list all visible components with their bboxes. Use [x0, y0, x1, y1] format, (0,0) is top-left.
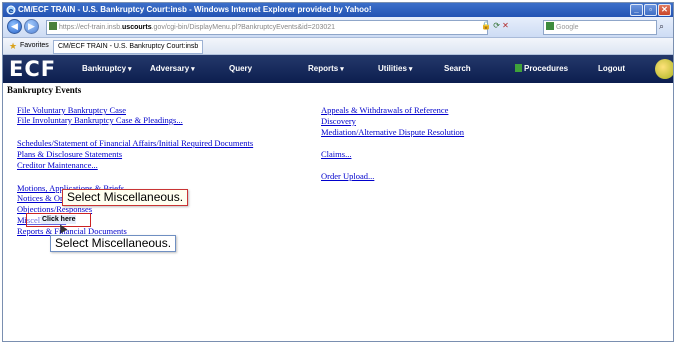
link-file-voluntary[interactable]: File Voluntary Bankruptcy Case — [17, 105, 126, 115]
menu-search[interactable]: Search — [444, 55, 471, 83]
refresh-icon[interactable]: ⟳ — [493, 21, 500, 30]
link-appeals[interactable]: Appeals & Withdrawals of Reference — [321, 105, 448, 115]
svg-text:e: e — [9, 7, 14, 15]
link-plans[interactable]: Plans & Disclosure Statements — [17, 149, 122, 159]
google-icon — [546, 22, 554, 30]
restore-button[interactable]: ▫ — [644, 4, 657, 16]
link-discovery[interactable]: Discovery — [321, 116, 356, 126]
menu-label: Utilities — [378, 64, 407, 73]
callout-top: Select Miscellaneous. — [62, 189, 189, 206]
link-order-upload[interactable]: Order Upload... — [321, 171, 374, 181]
menu-label: Reports — [308, 64, 339, 73]
ie-logo-icon: e — [6, 5, 16, 15]
menu-utilities[interactable]: Utilities ▾ — [378, 55, 412, 83]
swirl-logo-icon — [655, 59, 673, 79]
menu-label: Procedures — [524, 64, 569, 73]
menu-label: Logout — [598, 64, 626, 73]
ecf-logo: ECF — [9, 57, 57, 81]
callout-bottom: Select Miscellaneous. — [50, 235, 177, 252]
tab-title: CM/ECF TRAIN - U.S. Bankruptcy Court:ins… — [58, 43, 199, 50]
link-mediation[interactable]: Mediation/Alternative Dispute Resolution — [321, 127, 464, 137]
chevron-down-icon: ▾ — [128, 66, 132, 73]
menu-logout[interactable]: Logout — [598, 55, 625, 83]
url-field[interactable]: https://ecf-train.insb.uscourts.gov/cgi-… — [46, 20, 488, 35]
menu-bankruptcy[interactable]: Bankruptcy ▾ — [82, 55, 132, 83]
menu-label: Bankruptcy — [82, 64, 127, 73]
chevron-down-icon: ▾ — [408, 66, 413, 73]
menu-reports[interactable]: Reports ▾ — [308, 55, 344, 83]
menu-label: Adversary — [150, 64, 190, 73]
main-content: Bankruptcy Events File Voluntary Bankrup… — [3, 83, 673, 341]
link-claims[interactable]: Claims... — [321, 149, 351, 159]
link-creditor-maintenance[interactable]: Creditor Maintenance... — [17, 160, 98, 170]
menu-label: Query — [229, 64, 253, 73]
menu-query[interactable]: Query — [229, 55, 252, 83]
browser-tab[interactable]: CM/ECF TRAIN - U.S. Bankruptcy Court:ins… — [53, 40, 204, 54]
menu-adversary[interactable]: Adversary ▾ — [150, 55, 195, 83]
click-here-label: Click here — [41, 215, 77, 224]
menu-label: Search — [444, 64, 471, 73]
link-schedules[interactable]: Schedules/Statement of Financial Affairs… — [17, 138, 253, 148]
link-file-involuntary[interactable]: File Involuntary Bankruptcy Case & Plead… — [17, 115, 183, 125]
address-bar: ◀ ▶ https://ecf-train.insb.uscourts.gov/… — [3, 17, 673, 38]
search-input[interactable]: Google — [543, 20, 657, 35]
favorites-star-icon[interactable]: ★ — [9, 38, 17, 54]
forward-icon[interactable]: ▶ — [24, 19, 39, 34]
window-title: CM/ECF TRAIN - U.S. Bankruptcy Court:ins… — [18, 5, 372, 14]
minimize-button[interactable]: _ — [630, 4, 643, 16]
page-icon — [49, 22, 57, 30]
procedures-icon — [515, 64, 522, 72]
browser-window: e CM/ECF TRAIN - U.S. Bankruptcy Court:i… — [2, 2, 674, 342]
back-icon[interactable]: ◀ — [7, 19, 22, 34]
lock-icon[interactable]: 🔒 — [481, 21, 491, 30]
stop-icon[interactable]: ✕ — [502, 21, 509, 30]
close-button[interactable]: ✕ — [658, 4, 671, 16]
search-icon[interactable]: ⌕ — [659, 21, 664, 32]
chevron-down-icon: ▾ — [340, 66, 344, 73]
title-bar: e CM/ECF TRAIN - U.S. Bankruptcy Court:i… — [3, 3, 673, 17]
favorites-button[interactable]: Favorites — [20, 38, 49, 54]
page-title: Bankruptcy Events — [7, 85, 82, 95]
menu-procedures[interactable]: Procedures — [515, 55, 568, 83]
ecf-menu-bar: ECF Bankruptcy ▾ Adversary ▾ Query Reports… — [3, 55, 673, 83]
favorites-bar: ★ Favorites CM/ECF TRAIN - U.S. Bankrupt… — [3, 38, 673, 55]
chevron-down-icon: ▾ — [191, 66, 195, 73]
address-icons: 🔒 ⟳ ✕ — [481, 21, 509, 30]
